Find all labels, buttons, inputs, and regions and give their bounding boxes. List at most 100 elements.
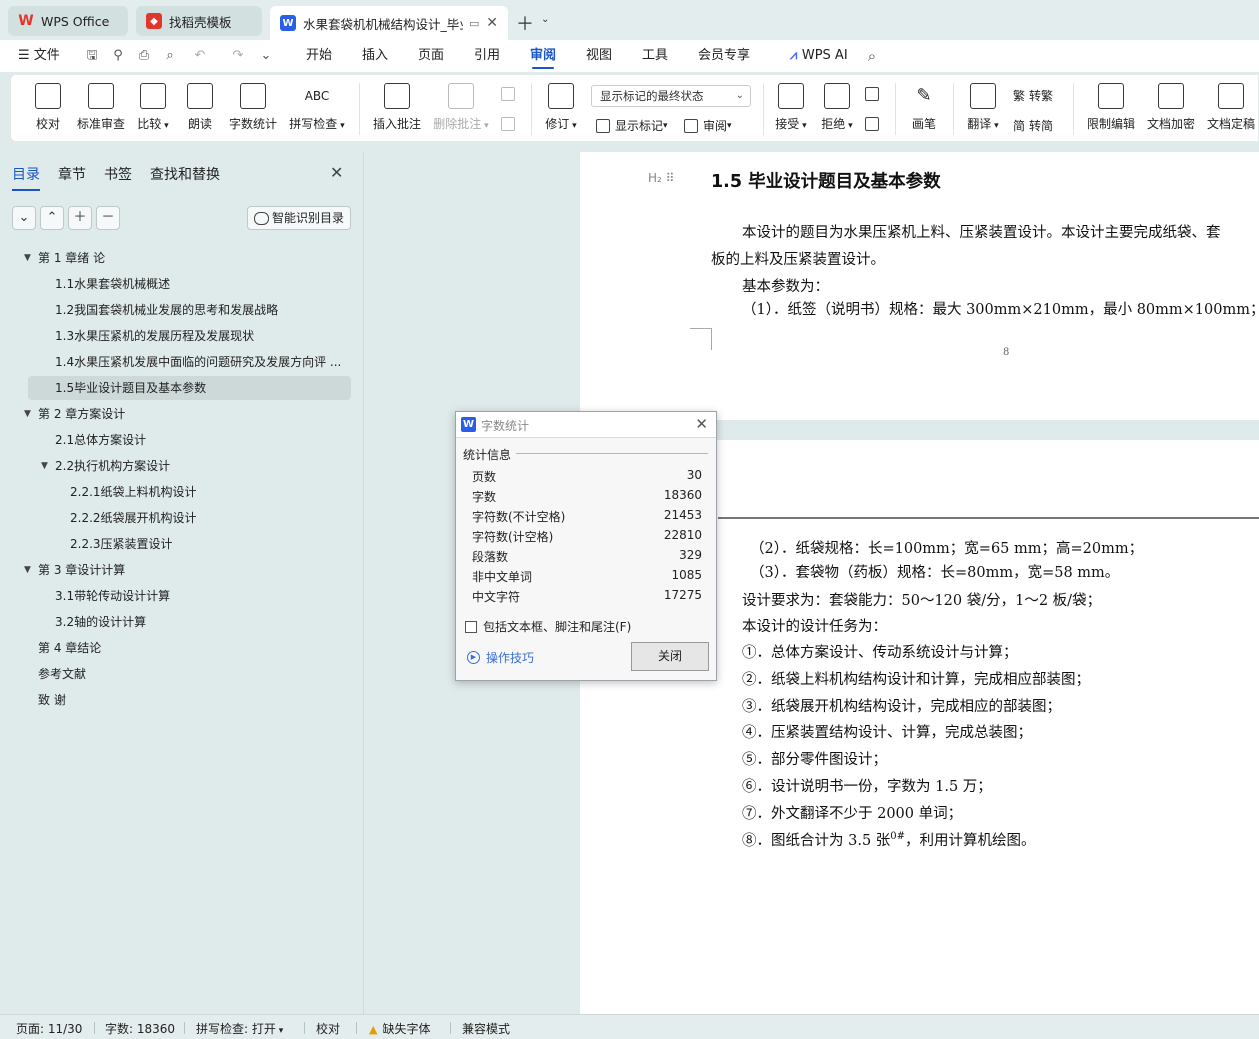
- toc-item[interactable]: 参考文献: [38, 662, 86, 686]
- undo-icon[interactable]: ↶: [192, 48, 208, 64]
- close-icon[interactable]: ✕: [486, 15, 498, 31]
- to-traditional-button[interactable]: 繁转繁: [1013, 87, 1053, 104]
- heading-level-marker[interactable]: H₂ ⠿: [648, 171, 674, 185]
- show-markup-button[interactable]: 显示标记: [596, 117, 668, 134]
- remove-heading-button[interactable]: －: [96, 206, 120, 230]
- toc-item[interactable]: 3.1带轮传动设计计算: [55, 584, 170, 608]
- expand-caret-icon[interactable]: ▼: [24, 558, 31, 582]
- more-chevron-icon[interactable]: ⌄: [258, 48, 274, 64]
- standard-review-icon: [88, 83, 114, 109]
- spell-check-button[interactable]: ABC 拼写检查: [287, 83, 347, 132]
- menu-review[interactable]: 审阅: [530, 40, 556, 72]
- expand-caret-icon[interactable]: ▼: [24, 246, 31, 270]
- toc-item[interactable]: 2.2执行机构方案设计: [55, 454, 170, 478]
- translate-button[interactable]: 翻译: [963, 83, 1003, 132]
- expand-caret-icon[interactable]: ▼: [24, 402, 31, 426]
- new-tab-plus-icon[interactable]: ＋: [516, 10, 534, 36]
- menu-view[interactable]: 视图: [586, 40, 612, 72]
- menu-tools[interactable]: 工具: [642, 40, 668, 72]
- toc-item[interactable]: 2.2.3压紧装置设计: [70, 532, 173, 556]
- tips-link[interactable]: ▶ 操作技巧: [467, 649, 534, 666]
- toc-item[interactable]: 2.2.2纸袋展开机构设计: [70, 506, 197, 530]
- toc-item[interactable]: 第 1 章绪 论: [38, 246, 105, 270]
- next-change-icon[interactable]: [865, 117, 884, 131]
- toc-item[interactable]: 1.1水果套袋机械概述: [55, 272, 170, 296]
- save-icon[interactable]: 🖫: [84, 48, 100, 64]
- restrict-edit-button[interactable]: 限制编辑: [1085, 83, 1137, 132]
- read-aloud-button[interactable]: 朗读: [183, 83, 217, 132]
- nav-tab-find-replace[interactable]: 查找和替换: [150, 164, 220, 184]
- smart-toc-button[interactable]: 智能识别目录: [247, 206, 351, 230]
- review-pane-button[interactable]: 审阅: [684, 117, 732, 134]
- close-icon[interactable]: ✕: [330, 163, 343, 182]
- toc-item[interactable]: 第 4 章结论: [38, 636, 101, 660]
- track-changes-label: 修订: [541, 115, 581, 132]
- missing-font-status[interactable]: ▲ 缺失字体: [369, 1020, 430, 1037]
- page-indicator[interactable]: 页面: 11/30: [16, 1020, 82, 1037]
- file-menu[interactable]: ☰ 文件: [18, 40, 60, 72]
- insert-comment-button[interactable]: 插入批注: [371, 83, 423, 132]
- display-state-value: 显示标记的最终状态: [600, 89, 704, 103]
- prev-change-icon[interactable]: [865, 87, 884, 101]
- page-margin-marker: [690, 328, 712, 350]
- delete-comment-button[interactable]: 删除批注: [431, 83, 491, 132]
- toc-item[interactable]: 1.4水果压紧机发展中面临的问题研究及发展方向评 ...: [55, 350, 341, 374]
- expand-caret-icon[interactable]: ▼: [41, 454, 48, 478]
- toc-item[interactable]: 1.3水果压紧机的发展历程及发展现状: [55, 324, 254, 348]
- export-icon[interactable]: ⚲: [110, 48, 126, 64]
- toc-item[interactable]: 3.2轴的设计计算: [55, 610, 146, 634]
- next-comment-icon[interactable]: [501, 117, 520, 131]
- dialog-title-bar[interactable]: W 字数统计 ✕: [456, 412, 716, 438]
- menu-reference[interactable]: 引用: [474, 40, 500, 72]
- doc-finalize-button[interactable]: 文档定稿: [1205, 83, 1257, 132]
- pen-button[interactable]: ✎ 画笔: [905, 83, 943, 132]
- nav-tab-toc[interactable]: 目录: [12, 164, 40, 191]
- collapse-up-button[interactable]: ⌃: [40, 206, 64, 230]
- proof-status[interactable]: 校对: [316, 1020, 340, 1037]
- print-icon[interactable]: ⎙: [136, 48, 152, 64]
- tab-wps-office[interactable]: W WPS Office: [8, 6, 128, 36]
- wps-ai-button[interactable]: ⩘ WPS AI: [790, 40, 848, 72]
- prev-comment-icon[interactable]: [501, 87, 520, 101]
- spell-check-status[interactable]: 拼写检查: 打开: [196, 1020, 283, 1037]
- compare-button[interactable]: 比较: [133, 83, 173, 132]
- toc-item[interactable]: 第 3 章设计计算: [38, 558, 125, 582]
- nav-tab-chapter[interactable]: 章节: [58, 164, 86, 184]
- search-icon[interactable]: ⌕: [864, 48, 880, 64]
- toc-item[interactable]: 2.2.1纸袋上料机构设计: [70, 480, 197, 504]
- toc-item[interactable]: 1.5毕业设计题目及基本参数: [28, 376, 351, 400]
- reject-button[interactable]: 拒绝: [817, 83, 857, 132]
- chevron-down-icon[interactable]: ⌄: [541, 14, 549, 25]
- close-button[interactable]: 关闭: [631, 642, 709, 671]
- toc-item[interactable]: 2.1总体方案设计: [55, 428, 146, 452]
- redo-icon[interactable]: ↷: [230, 48, 246, 64]
- menu-member[interactable]: 会员专享: [698, 40, 750, 72]
- print-preview-icon[interactable]: ⌕: [162, 48, 178, 64]
- doc-encrypt-button[interactable]: 文档加密: [1145, 83, 1197, 132]
- tab-current-document[interactable]: W 水果套袋机机械结构设计_毕业 ▭ ✕: [270, 6, 508, 40]
- toc-item[interactable]: 第 2 章方案设计: [38, 402, 125, 426]
- menu-start[interactable]: 开始: [306, 40, 332, 72]
- track-changes-button[interactable]: 修订: [541, 83, 581, 132]
- to-simplified-button[interactable]: 简转简: [1013, 117, 1053, 134]
- word-count-indicator[interactable]: 字数: 18360: [105, 1020, 175, 1037]
- menu-page[interactable]: 页面: [418, 40, 444, 72]
- accept-button[interactable]: 接受: [771, 83, 811, 132]
- include-textbox-checkbox[interactable]: 包括文本框、脚注和尾注(F): [465, 618, 631, 635]
- standard-review-button[interactable]: 标准审查: [75, 83, 127, 132]
- close-icon[interactable]: ✕: [695, 415, 708, 433]
- toc-item[interactable]: 致 谢: [38, 688, 66, 712]
- toc-item[interactable]: 1.2我国套袋机械业发展的思考和发展战略: [55, 298, 278, 322]
- add-heading-button[interactable]: ＋: [68, 206, 92, 230]
- nav-tab-bookmark[interactable]: 书签: [104, 164, 132, 184]
- translate-icon: [970, 83, 996, 109]
- tab-docer-templates[interactable]: ◆ 找稻壳模板: [136, 6, 262, 36]
- word-count-button[interactable]: 字数统计: [227, 83, 279, 132]
- toc-item-label: 2.2.2纸袋展开机构设计: [70, 511, 197, 525]
- display-state-select[interactable]: 显示标记的最终状态 ⌄: [591, 85, 751, 107]
- proofread-button[interactable]: 校对: [31, 83, 65, 132]
- monitor-icon[interactable]: ▭: [469, 17, 479, 30]
- status-separator: [356, 1022, 357, 1034]
- menu-insert[interactable]: 插入: [362, 40, 388, 72]
- collapse-down-button[interactable]: ⌄: [12, 206, 36, 230]
